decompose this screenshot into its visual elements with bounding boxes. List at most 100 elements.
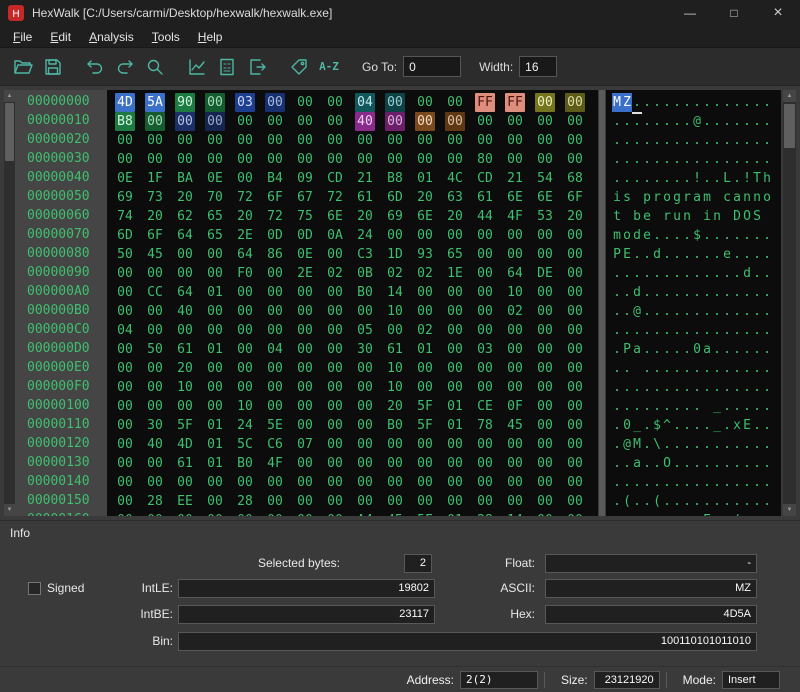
ascii-char[interactable]: b [632, 207, 642, 226]
ascii-char[interactable]: . [692, 416, 702, 435]
ascii-char[interactable]: . [612, 169, 622, 188]
hex-byte[interactable]: B0 [235, 454, 255, 473]
ascii-char[interactable]: . [752, 454, 762, 473]
ascii-char[interactable]: . [622, 359, 632, 378]
hex-byte[interactable]: 00 [415, 435, 435, 454]
hex-byte[interactable]: 00 [265, 397, 285, 416]
ascii-char[interactable]: . [662, 131, 672, 150]
ascii-char[interactable]: . [682, 93, 692, 112]
hex-byte[interactable]: 00 [115, 150, 135, 169]
ascii-char[interactable]: . [652, 112, 662, 131]
hex-byte[interactable]: 2E [235, 226, 255, 245]
ascii-char[interactable]: . [672, 93, 682, 112]
ascii-char[interactable]: . [702, 302, 712, 321]
ascii-char[interactable]: D [732, 207, 742, 226]
ascii-char[interactable]: . [672, 359, 682, 378]
float-field[interactable]: - [545, 554, 757, 573]
hex-byte[interactable]: 00 [235, 473, 255, 492]
hex-byte[interactable]: 00 [565, 93, 585, 112]
ascii-char[interactable]: . [662, 492, 672, 511]
hex-byte[interactable]: 6D [385, 188, 405, 207]
hex-byte[interactable]: 00 [505, 150, 525, 169]
strings-button[interactable]: A-Z [314, 52, 344, 82]
hex-byte[interactable]: 01 [205, 283, 225, 302]
ascii-char[interactable]: . [752, 435, 762, 454]
ascii-char[interactable]: . [722, 511, 732, 516]
address-status-field[interactable]: 2(2) [460, 671, 538, 689]
ascii-char[interactable]: . [622, 283, 632, 302]
ascii-char[interactable]: . [662, 473, 672, 492]
ascii-char[interactable]: . [682, 435, 692, 454]
hex-byte[interactable]: 00 [205, 131, 225, 150]
scroll-down-icon[interactable]: ▼ [4, 504, 15, 516]
hex-byte[interactable]: 2E [295, 264, 315, 283]
ascii-char[interactable]: u [672, 207, 682, 226]
ascii-char[interactable]: 0 [692, 340, 702, 359]
ascii-char[interactable]: . [662, 302, 672, 321]
goto-input[interactable] [403, 56, 461, 77]
hex-byte[interactable]: 00 [535, 359, 555, 378]
hex-byte[interactable]: 00 [115, 340, 135, 359]
ascii-char[interactable]: O [662, 454, 672, 473]
ascii-char[interactable]: . [742, 150, 752, 169]
hex-byte[interactable]: 02 [385, 264, 405, 283]
hex-byte[interactable]: 00 [415, 226, 435, 245]
ascii-char[interactable]: . [642, 435, 652, 454]
hex-byte[interactable]: 54 [535, 169, 555, 188]
hex-byte[interactable]: 78 [475, 416, 495, 435]
ascii-char[interactable]: a [702, 340, 712, 359]
ascii-char[interactable]: . [712, 226, 722, 245]
ascii-char[interactable]: . [642, 473, 652, 492]
ascii-char[interactable]: . [672, 131, 682, 150]
hex-byte[interactable]: 00 [565, 321, 585, 340]
hex-byte[interactable]: 30 [145, 416, 165, 435]
scroll-down-icon[interactable]: ▼ [783, 504, 796, 516]
hex-byte[interactable]: 00 [295, 378, 315, 397]
ascii-char[interactable]: . [712, 321, 722, 340]
ascii-char[interactable]: . [622, 150, 632, 169]
hex-byte[interactable]: 6E [325, 207, 345, 226]
ascii-char[interactable]: M [612, 93, 622, 112]
hex-byte[interactable]: 00 [385, 321, 405, 340]
hex-byte[interactable]: 62 [175, 207, 195, 226]
hex-byte[interactable]: 40 [355, 112, 375, 131]
hex-byte[interactable]: 00 [115, 511, 135, 516]
ascii-char[interactable]: o [622, 226, 632, 245]
ascii-char[interactable]: . [692, 264, 702, 283]
ascii-char[interactable]: . [722, 378, 732, 397]
ascii-char[interactable]: . [662, 378, 672, 397]
ascii-char[interactable]: . [762, 340, 772, 359]
ascii-char[interactable]: . [682, 226, 692, 245]
ascii-char[interactable]: . [742, 245, 752, 264]
ascii-char[interactable] [702, 397, 712, 416]
hex-byte[interactable]: 00 [235, 150, 255, 169]
hex-byte[interactable]: EE [175, 492, 195, 511]
hex-byte[interactable]: CD [475, 169, 495, 188]
ascii-char[interactable]: r [652, 188, 662, 207]
hex-byte[interactable]: 00 [475, 226, 495, 245]
ascii-char[interactable]: . [752, 150, 762, 169]
hex-byte[interactable]: 10 [235, 397, 255, 416]
ascii-char[interactable]: . [752, 473, 762, 492]
ascii-char[interactable]: . [672, 169, 682, 188]
hex-byte[interactable]: 02 [415, 264, 435, 283]
ascii-char[interactable]: E [742, 416, 752, 435]
ascii-char[interactable]: P [612, 245, 622, 264]
hex-byte[interactable]: 00 [235, 112, 255, 131]
ascii-char[interactable]: . [612, 302, 622, 321]
ascii-char[interactable]: . [732, 473, 742, 492]
selected-bytes-field[interactable]: 2 [404, 554, 432, 573]
ascii-char[interactable]: . [692, 397, 702, 416]
ascii-char[interactable]: . [632, 131, 642, 150]
ascii-char[interactable]: . [762, 511, 772, 516]
hex-byte[interactable]: 00 [445, 283, 465, 302]
ascii-char[interactable]: . [752, 492, 762, 511]
hex-byte[interactable]: 1D [385, 245, 405, 264]
hex-byte[interactable]: 04 [115, 321, 135, 340]
hex-byte[interactable]: 00 [535, 492, 555, 511]
hex-byte[interactable]: 00 [535, 435, 555, 454]
hex-byte[interactable]: 00 [115, 283, 135, 302]
ascii-char[interactable]: $ [652, 416, 662, 435]
ascii-char[interactable]: . [672, 112, 682, 131]
ascii-char[interactable]: . [682, 264, 692, 283]
